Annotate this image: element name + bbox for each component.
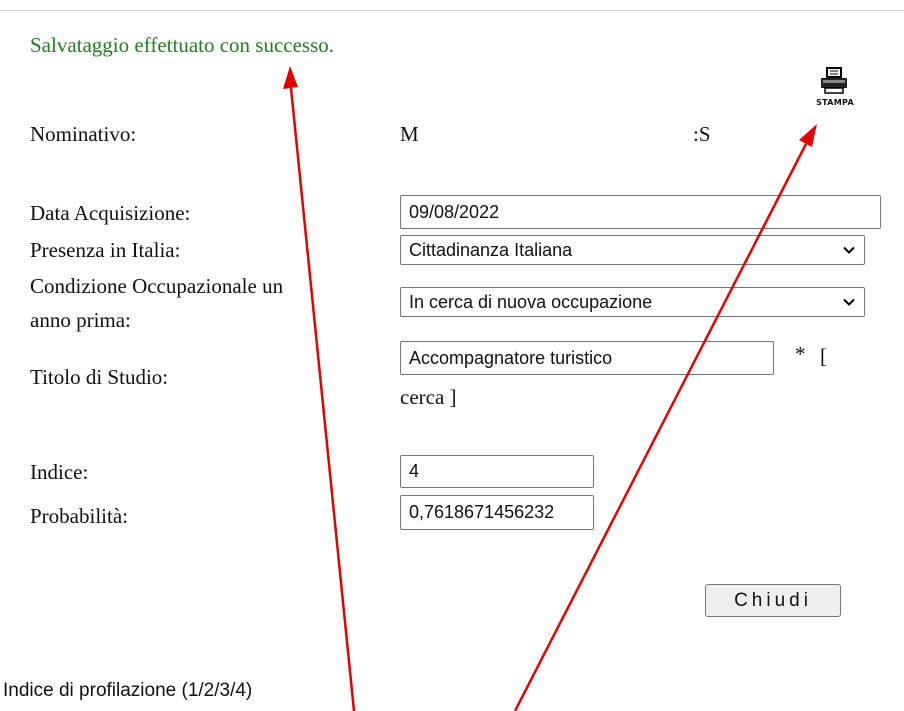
annotation-arrow-to-message [289,87,356,711]
data-acquisizione-label: Data Acquisizione: [30,201,191,225]
probabilita-label: Probabilità: [30,504,128,528]
close-button[interactable]: Chiudi [705,584,841,617]
print-button[interactable]: STAMPA [795,66,875,116]
top-divider [0,10,904,11]
indice-value: 4 [409,461,420,481]
presenza-italia-label: Presenza in Italia: [30,238,181,262]
data-acquisizione-input[interactable]: 09/08/2022 [400,195,881,229]
titolo-studio-value: Accompagnatore turistico [409,347,613,368]
indice-label: Indice: [30,460,89,484]
probabilita-input[interactable]: 0,7618671456232 [400,495,594,530]
condizione-label-line1: Condizione Occupazionale un [30,274,284,298]
annotation-arrow-to-print [513,143,808,711]
printer-icon [821,67,847,94]
condizione-select[interactable]: In cerca di nuova occupazione [400,287,865,317]
required-asterisk: * [795,342,806,366]
indice-input[interactable]: 4 [400,455,594,488]
chevron-down-icon [843,298,855,306]
data-acquisizione-value: 09/08/2022 [409,201,500,222]
cerca-link[interactable]: cerca ] [400,385,457,410]
condizione-value: In cerca di nuova occupazione [409,291,653,312]
annotation-arrowhead-message [283,66,298,89]
annotation-arrowhead-print [799,124,817,147]
chevron-down-icon [843,246,855,254]
success-message: Salvataggio effettuato con successo. [30,33,335,57]
probabilita-value: 0,7618671456232 [409,502,555,522]
nominativo-value-end: :S [693,122,711,146]
titolo-studio-label: Titolo di Studio: [30,365,169,389]
condizione-label-line2: anno prima: [30,308,131,332]
nominativo-value-start: M [400,122,419,146]
annotation-caption: Indice di profilazione (1/2/3/4) [3,680,253,701]
presenza-italia-value: Cittadinanza Italiana [409,239,573,260]
cerca-bracket-open: [ [820,344,827,368]
presenza-italia-select[interactable]: Cittadinanza Italiana [400,235,865,265]
nominativo-label: Nominativo: [30,122,137,146]
titolo-studio-input[interactable]: Accompagnatore turistico [400,341,774,375]
print-label: STAMPA [816,98,854,107]
